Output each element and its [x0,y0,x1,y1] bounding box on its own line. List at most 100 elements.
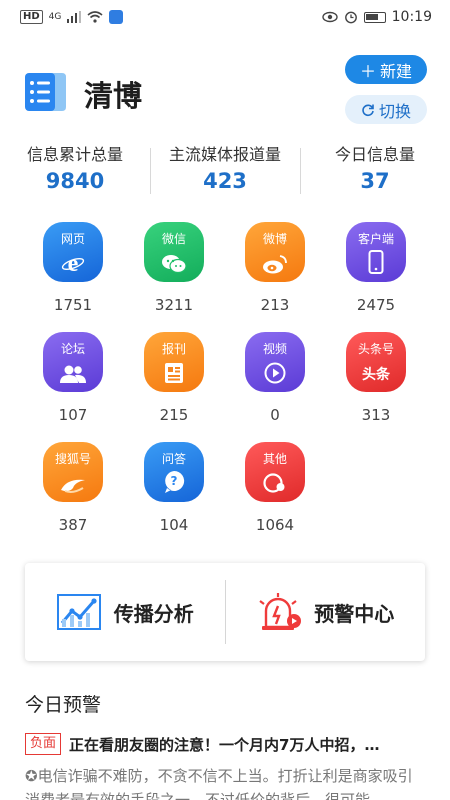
warning-title: 正在看朋友圈的注意！一个月内7万人中招，… [69,735,380,754]
category-name: 问答 [161,452,186,466]
hd-badge: HD [20,10,43,24]
category-count: 213 [260,296,290,314]
category-count: 1064 [255,516,295,534]
category-web[interactable]: 网页 e 1751 [23,222,123,314]
category-toutiao[interactable]: 头条号 头条 313 [326,332,426,424]
switch-button-label: 切换 [378,101,411,121]
spread-analysis-button[interactable]: 传播分析 [25,563,225,661]
category-weibo[interactable]: 微博 213 [225,222,325,314]
category-name: 网页 [60,232,85,246]
status-right: 10:19 [321,9,432,25]
category-client-tile: 客户端 [346,222,406,282]
category-count: 313 [361,406,391,424]
spread-analysis-label: 传播分析 [113,601,194,626]
line-chart-icon [56,594,101,630]
category-qa[interactable]: 问答 ? 104 [124,442,224,534]
category-forum[interactable]: 论坛 107 [23,332,123,424]
warning-body: ✪电信诈骗不难防，不贪不信不上当。打折让利是商家吸引消费者最有效的手段之一，不过… [25,767,413,800]
category-name: 微博 [262,232,287,246]
category-count: 104 [159,516,189,534]
category-count: 2475 [356,296,396,314]
signal-icon [67,11,82,23]
category-count: 0 [270,406,280,424]
category-other-tile: 其他 [245,442,305,502]
category-name: 搜狐号 [54,452,91,466]
negative-tag: 负面 [25,733,62,755]
stat-value: 37 [360,169,390,193]
category-forum-tile: 论坛 [43,332,103,392]
question-icon: ? [165,470,185,493]
category-name: 视频 [262,342,287,356]
alarm-icon [344,11,357,24]
status-left: HD 4G [20,10,124,24]
signal-indicator: 4G [48,12,62,22]
battery-icon [363,11,386,23]
header: 清博 ＋ 新建 切换 [22,55,430,135]
new-button-label: 新建 [380,61,413,81]
category-count: 1751 [53,296,93,314]
wechat-icon [162,255,187,274]
ie-icon: e [61,252,85,274]
stats-row: 信息累计总量 9840 主流媒体报道量 423 今日信息量 37 [0,144,450,198]
category-name: 头条号 [357,342,394,356]
clock: 10:19 [391,9,432,25]
weibo-icon [263,255,287,274]
newspaper-icon [165,363,183,383]
stat-total[interactable]: 信息累计总量 9840 [0,144,150,198]
stat-label: 今日信息量 [334,145,415,164]
category-name: 报刊 [161,342,186,356]
category-count: 3211 [154,296,194,314]
analysis-card: 传播分析 预警中心 [25,563,425,661]
alarm-siren-icon [259,593,302,630]
svg-text:e: e [68,252,79,274]
users-icon [60,365,86,383]
category-count: 107 [58,406,88,424]
eye-icon [321,11,338,23]
other-icon [263,473,285,493]
warning-center-button[interactable]: 预警中心 [226,563,426,661]
category-newspaper-tile: 报刊 [144,332,204,392]
warning-item[interactable]: 负面 正在看朋友圈的注意！一个月内7万人中招，… [25,733,425,755]
play-icon [264,362,286,384]
category-other[interactable]: 其他 1064 [225,442,325,534]
category-wechat[interactable]: 微信 3211 [124,222,224,314]
stat-mainstream[interactable]: 主流媒体报道量 423 [150,144,300,198]
category-name: 微信 [161,232,186,246]
category-video-tile: 视频 [245,332,305,392]
stat-value: 9840 [45,169,105,193]
stat-label: 信息累计总量 [26,145,123,164]
refresh-icon [362,103,374,116]
today-warnings-title: 今日预警 [25,694,102,716]
stat-today[interactable]: 今日信息量 37 [300,144,450,198]
category-video[interactable]: 视频 0 [225,332,325,424]
category-newspaper[interactable]: 报刊 215 [124,332,224,424]
new-button[interactable]: ＋ 新建 [345,55,427,84]
category-sohu[interactable]: 搜狐号 387 [23,442,123,534]
category-name: 客户端 [357,232,394,246]
category-toutiao-tile: 头条号 头条 [346,332,406,392]
switch-button[interactable]: 切换 [345,95,427,124]
category-name: 论坛 [60,342,85,356]
app-notification-icon [109,10,124,24]
category-count: 387 [58,516,88,534]
app-logo-icon [25,73,66,111]
stat-value: 423 [203,169,247,193]
category-client[interactable]: 客户端 2475 [326,222,426,314]
stat-label: 主流媒体报道量 [168,145,281,164]
status-bar: HD 4G 10:19 [0,0,450,34]
toutiao-icon: 头条 [362,367,390,383]
category-weibo-tile: 微博 [245,222,305,282]
category-qa-tile: 问答 ? [144,442,204,502]
wifi-icon [87,11,103,23]
category-name: 其他 [262,452,287,466]
category-sohu-tile: 搜狐号 [43,442,103,502]
plus-icon: ＋ [359,61,376,81]
category-web-tile: 网页 e [43,222,103,282]
category-count: 215 [159,406,189,424]
sohu-icon [61,479,85,493]
svg-text:?: ? [171,474,178,488]
phone-icon [368,250,384,274]
brand-title: 清博 [84,79,143,113]
category-wechat-tile: 微信 [144,222,204,282]
warning-center-label: 预警中心 [314,601,395,626]
